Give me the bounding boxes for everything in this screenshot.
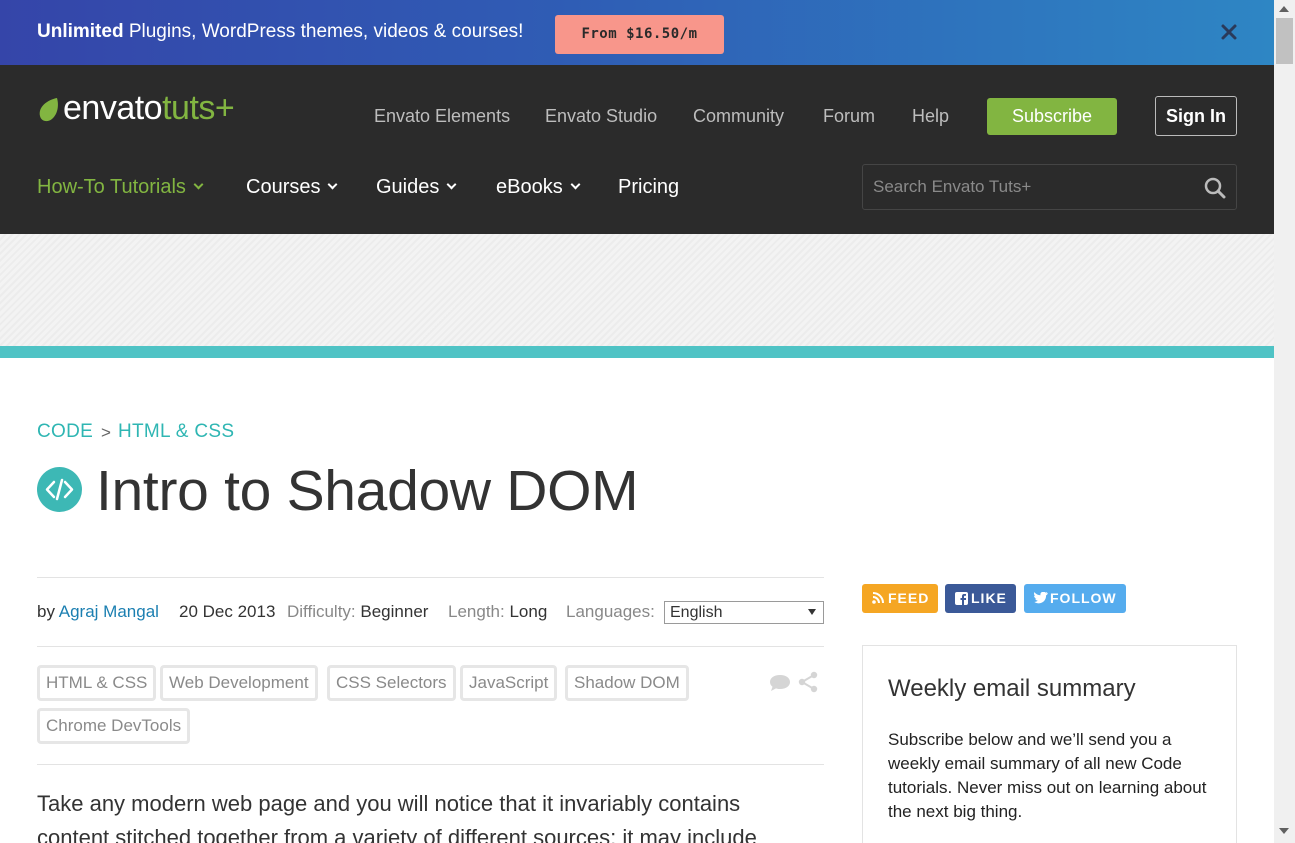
- tag-javascript[interactable]: JavaScript: [460, 665, 558, 701]
- article-meta: by Agraj Mangal: [37, 602, 159, 621]
- chevron-down-icon: [570, 179, 581, 190]
- rss-icon: [872, 592, 884, 604]
- topnav-help[interactable]: Help: [912, 106, 949, 127]
- topnav-envato-elements[interactable]: Envato Elements: [374, 106, 510, 127]
- leaf-icon: [39, 98, 58, 122]
- languages-label: Languages:: [566, 602, 655, 621]
- scroll-thumb[interactable]: [1276, 18, 1293, 64]
- article-date: 20 Dec 2013: [179, 602, 276, 621]
- category-color-bar: [0, 346, 1274, 358]
- language-select[interactable]: English: [664, 601, 824, 624]
- chevron-down-icon: [193, 179, 204, 190]
- facebook-like-button[interactable]: LIKE: [945, 584, 1016, 613]
- promo-cta-button[interactable]: From $16.50/m: [555, 15, 724, 54]
- sign-in-button[interactable]: Sign In: [1155, 96, 1237, 136]
- breadcrumb-code[interactable]: CODE: [37, 421, 93, 443]
- mainnav-how-to-tutorials[interactable]: How-To Tutorials: [37, 176, 204, 199]
- author-link[interactable]: Agraj Mangal: [59, 602, 159, 621]
- article-body: Take any modern web page and you will no…: [37, 791, 757, 843]
- scroll-up-arrow-icon[interactable]: [1279, 6, 1289, 12]
- dropdown-arrow-icon: [808, 609, 816, 615]
- feed-button[interactable]: FEED: [862, 584, 938, 613]
- mainnav-guides[interactable]: Guides: [376, 176, 457, 199]
- site-header: envatotuts+ Envato Elements Envato Studi…: [0, 65, 1274, 234]
- comment-icon[interactable]: [768, 673, 792, 693]
- search-input[interactable]: [873, 173, 1193, 201]
- weekly-email-box: Weekly email summary Subscribe below and…: [862, 645, 1237, 843]
- twitter-follow-button[interactable]: FOLLOW: [1024, 584, 1126, 613]
- mainnav-ebooks[interactable]: eBooks: [496, 176, 581, 199]
- scrollbar[interactable]: [1274, 0, 1295, 843]
- code-category-icon: [37, 467, 82, 512]
- promo-text: Unlimited Plugins, WordPress themes, vid…: [37, 21, 524, 42]
- chevron-down-icon: [446, 179, 457, 190]
- divider: [37, 577, 824, 578]
- divider: [37, 764, 824, 765]
- weekly-email-title: Weekly email summary: [888, 675, 1136, 702]
- divider: [37, 646, 824, 647]
- tag-shadow-dom[interactable]: Shadow DOM: [565, 665, 689, 701]
- weekly-email-text: Subscribe below and we’ll send you a wee…: [888, 730, 1207, 821]
- promo-banner: Unlimited Plugins, WordPress themes, vid…: [0, 0, 1274, 65]
- article-difficulty: Difficulty: Beginner: [287, 602, 429, 621]
- ad-placeholder: [0, 234, 1274, 346]
- article-length: Length: Long: [448, 602, 548, 621]
- search-icon[interactable]: [1204, 177, 1226, 199]
- tag-chrome-devtools[interactable]: Chrome DevTools: [37, 708, 191, 744]
- close-icon[interactable]: [1219, 22, 1239, 42]
- topnav-forum[interactable]: Forum: [823, 106, 875, 127]
- tag-web-development[interactable]: Web Development: [160, 665, 318, 701]
- subscribe-button[interactable]: Subscribe: [987, 98, 1117, 135]
- topnav-community[interactable]: Community: [693, 106, 784, 127]
- twitter-icon: [1034, 592, 1048, 604]
- share-icon[interactable]: [797, 671, 819, 693]
- mainnav-pricing[interactable]: Pricing: [618, 176, 679, 199]
- topnav-envato-studio[interactable]: Envato Studio: [545, 106, 657, 127]
- breadcrumb-separator: >: [101, 423, 111, 442]
- search-box: [862, 164, 1237, 210]
- tag-css-selectors[interactable]: CSS Selectors: [327, 665, 456, 701]
- mainnav-courses[interactable]: Courses: [246, 176, 338, 199]
- page-title: Intro to Shadow DOM: [96, 459, 639, 523]
- facebook-icon: [955, 592, 968, 605]
- tag-html-css[interactable]: HTML & CSS: [37, 665, 157, 701]
- scroll-down-arrow-icon[interactable]: [1279, 828, 1289, 834]
- chevron-down-icon: [328, 179, 338, 190]
- breadcrumb-html-css[interactable]: HTML & CSS: [118, 421, 234, 443]
